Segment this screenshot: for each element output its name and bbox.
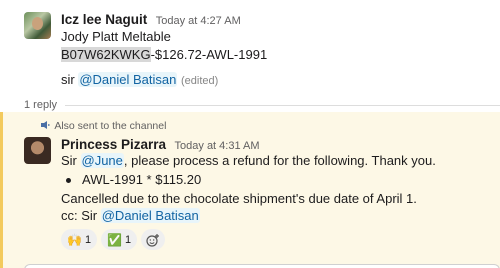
user-mention[interactable]: @Daniel Batisan	[100, 208, 200, 223]
user-mention[interactable]: @Daniel Batisan	[78, 72, 178, 87]
add-reaction-button[interactable]	[141, 229, 166, 250]
text-suffix: , please process a refund for the follow…	[123, 153, 436, 168]
edited-label: (edited)	[181, 75, 219, 87]
message-header: Icz lee Naguit Today at 4:27 AM	[61, 11, 241, 29]
timestamp[interactable]: Today at 4:27 AM	[156, 15, 241, 27]
broadcast-icon	[40, 121, 52, 131]
check-mark-icon: ✅	[107, 232, 123, 247]
reply-count[interactable]: 1 reply	[24, 99, 57, 111]
list-item-text: AWL-1991 * $115.20	[82, 172, 202, 187]
message-text: Cancelled due to the chocolate shipment'…	[61, 191, 417, 206]
reactions-bar: 🙌 1 ✅ 1	[61, 229, 166, 250]
reaction-count: 1	[125, 233, 132, 246]
sender-name[interactable]: Princess Pizarra	[61, 137, 166, 152]
avatar[interactable]	[24, 12, 51, 39]
raised-hands-icon: 🙌	[67, 232, 82, 247]
timestamp[interactable]: Today at 4:31 AM	[175, 140, 260, 152]
message-text: sir @Daniel Batisan (edited)	[61, 72, 218, 87]
reaction-count: 1	[84, 233, 92, 246]
text-prefix: sir	[61, 72, 79, 87]
text-prefix: Sir	[61, 153, 81, 168]
message-header: Princess Pizarra Today at 4:31 AM	[61, 136, 260, 154]
reaction-check[interactable]: ✅ 1	[101, 229, 138, 250]
reaction-raised-hands[interactable]: 🙌 1	[61, 229, 98, 250]
message-composer[interactable]	[24, 264, 500, 268]
message-text: B07W62KWKG-$126.72-AWL-1991	[61, 47, 267, 62]
add-emoji-icon	[146, 233, 160, 247]
highlighted-sku: B07W62KWKG	[61, 47, 151, 62]
message-text: cc: Sir @Daniel Batisan	[61, 208, 200, 223]
also-sent-notice: Also sent to the channel	[40, 120, 166, 132]
divider	[65, 105, 500, 106]
message-text: Sir @June, please process a refund for t…	[61, 153, 436, 168]
avatar[interactable]	[24, 137, 51, 164]
text-prefix: cc: Sir	[61, 208, 101, 223]
also-sent-text: Also sent to the channel	[54, 120, 167, 132]
list-item: AWL-1991 * $115.20	[66, 172, 201, 187]
message-text: Jody Platt Meltable	[61, 29, 171, 44]
sender-name[interactable]: Icz lee Naguit	[61, 12, 147, 27]
sku-rest: -$126.72-AWL-1991	[150, 47, 268, 62]
user-mention[interactable]: @June	[80, 153, 124, 168]
bullet-icon	[66, 178, 71, 184]
